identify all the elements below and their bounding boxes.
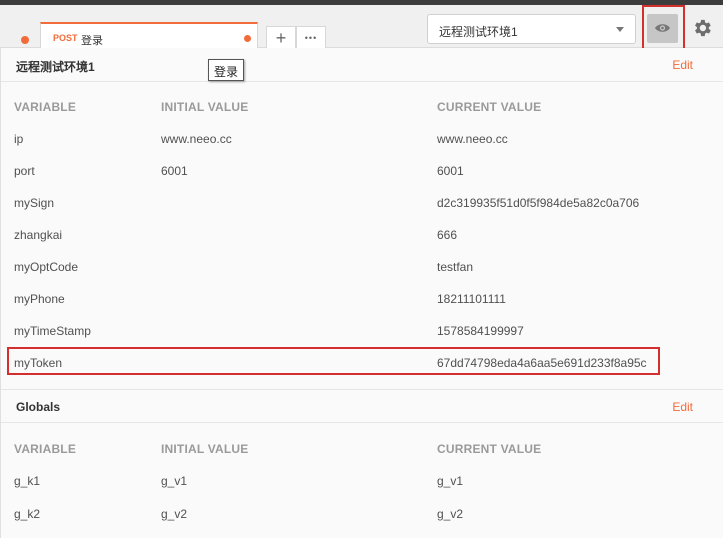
tab-tooltip: 登录	[208, 59, 245, 81]
row-variable: myOptCode	[14, 260, 79, 274]
row-current: g_v2	[437, 507, 464, 521]
top-bar: POST 登录 + ••• 远程测试环境1	[0, 0, 723, 51]
row-initial: www.neeo.cc	[161, 132, 232, 146]
row-current: 1578584199997	[437, 324, 524, 338]
row-variable: ip	[14, 132, 24, 146]
row-variable: myTimeStamp	[14, 324, 91, 338]
row-current: g_v1	[437, 474, 464, 488]
row-initial: g_v1	[161, 474, 188, 488]
environment-section-title: 远程测试环境1	[16, 60, 95, 74]
row-variable: g_k1	[14, 474, 41, 488]
environment-select-label: 远程测试环境1	[439, 25, 518, 39]
col-variable: VARIABLE	[14, 100, 77, 114]
col-initial-value: INITIAL VALUE	[161, 100, 249, 114]
row-variable: port	[14, 164, 35, 178]
token-row-highlight	[7, 347, 660, 375]
row-current: d2c319935f51d0f5f984de5a82c0a706	[437, 196, 640, 210]
environment-quick-look-panel: 远程测试环境1 Edit VARIABLE INITIAL VALUE CURR…	[0, 48, 723, 538]
row-initial: 6001	[161, 164, 188, 178]
add-tab-button[interactable]: +	[266, 26, 296, 50]
environment-select[interactable]: 远程测试环境1	[427, 14, 636, 44]
window-edge	[0, 0, 723, 5]
row-current: www.neeo.cc	[437, 132, 508, 146]
gear-icon[interactable]	[691, 17, 713, 39]
globals-section-title: Globals	[16, 400, 61, 414]
row-current: 6001	[437, 164, 464, 178]
row-variable: myPhone	[14, 292, 65, 306]
eye-button-highlight	[642, 5, 685, 51]
chevron-down-icon	[616, 27, 624, 32]
row-current: 18211101111	[437, 292, 506, 306]
environment-edit-link[interactable]: Edit	[672, 58, 693, 72]
more-tabs-button[interactable]: •••	[296, 26, 326, 50]
row-current: 666	[437, 228, 458, 242]
tab-unsaved-dot	[244, 35, 251, 42]
col-initial-value: INITIAL VALUE	[161, 442, 249, 456]
globals-edit-link[interactable]: Edit	[672, 400, 693, 414]
tab-name: 登录	[81, 35, 103, 47]
row-variable: zhangkai	[14, 228, 63, 242]
request-tab[interactable]: POST 登录	[40, 22, 258, 49]
row-variable: mySign	[14, 196, 55, 210]
tab-method: POST	[53, 33, 78, 43]
row-variable: g_k2	[14, 507, 41, 521]
globals-section-header: Globals Edit	[1, 390, 723, 423]
row-current: testfan	[437, 260, 474, 274]
unsaved-dot	[21, 36, 29, 44]
environment-section-header: 远程测试环境1 Edit	[1, 48, 723, 82]
row-initial: g_v2	[161, 507, 188, 521]
col-variable: VARIABLE	[14, 442, 77, 456]
col-current-value: CURRENT VALUE	[437, 100, 542, 114]
col-current-value: CURRENT VALUE	[437, 442, 542, 456]
